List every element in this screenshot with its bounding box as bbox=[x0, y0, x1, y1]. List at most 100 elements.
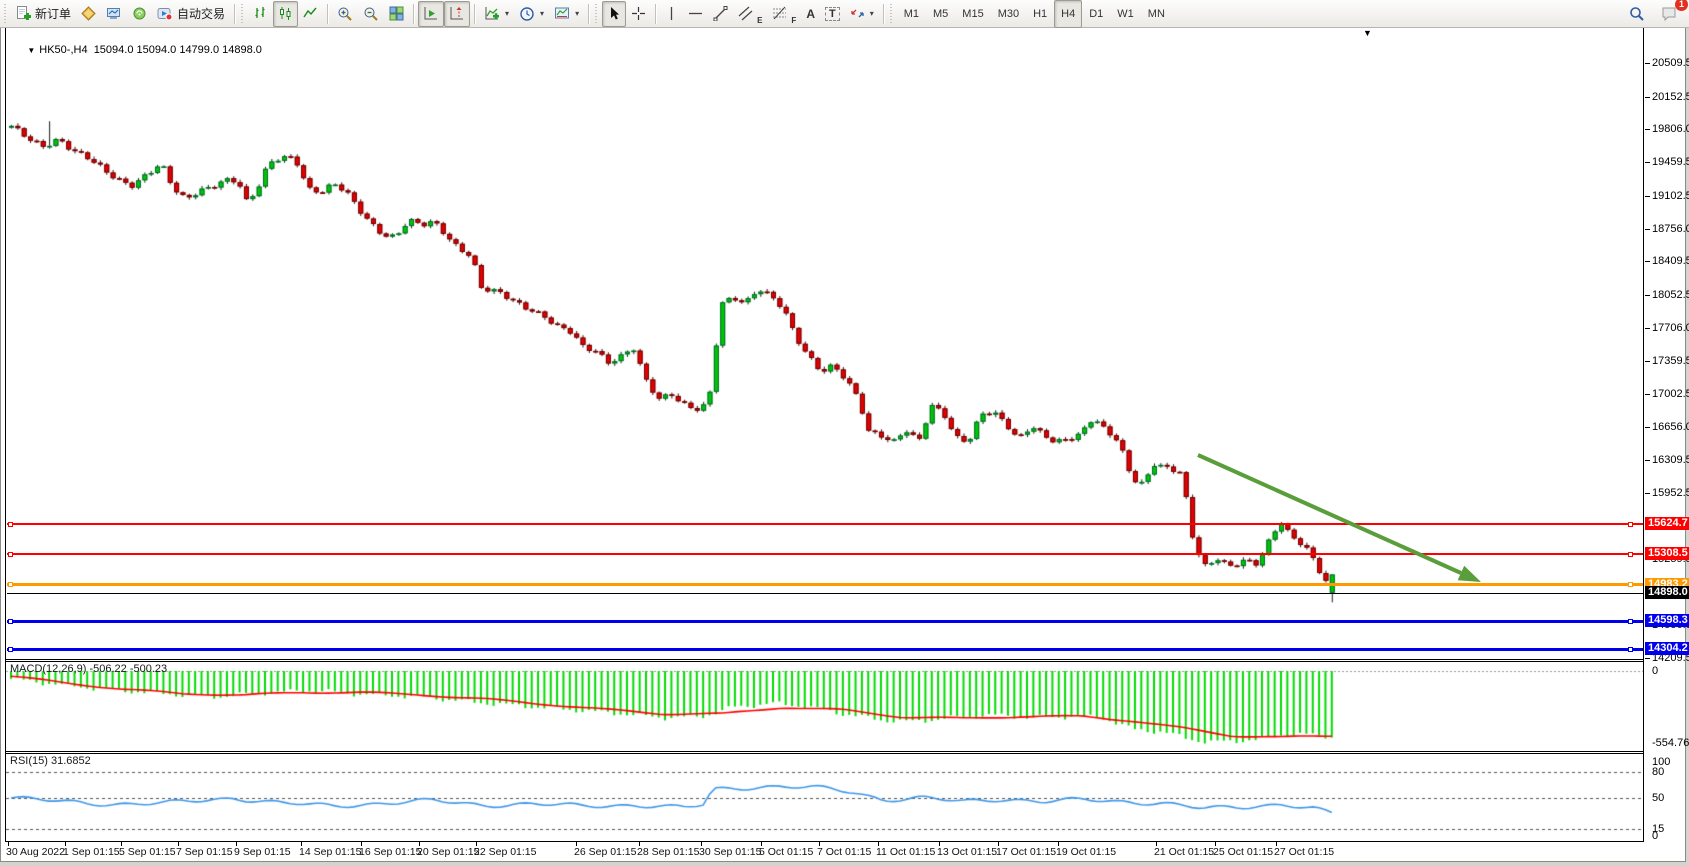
toolbar-separator bbox=[327, 4, 328, 24]
search-button[interactable] bbox=[1624, 1, 1650, 27]
time-axis-label: 5 Oct 01:15 bbox=[759, 846, 813, 858]
text-label-icon: T bbox=[825, 7, 840, 21]
line-anchor-handle[interactable] bbox=[1628, 647, 1633, 652]
text-button[interactable]: A bbox=[801, 1, 820, 27]
line-anchor-handle[interactable] bbox=[8, 522, 13, 527]
periods-dropdown-caret[interactable]: ▾ bbox=[540, 9, 544, 18]
search-icon bbox=[1629, 6, 1645, 22]
line-anchor-handle[interactable] bbox=[1628, 582, 1633, 587]
horizontal-level-line[interactable] bbox=[7, 620, 1643, 623]
timeframe-w1-button[interactable]: W1 bbox=[1110, 0, 1141, 28]
line-anchor-handle[interactable] bbox=[8, 552, 13, 557]
line-anchor-handle[interactable] bbox=[1628, 522, 1633, 527]
macd-pane[interactable]: MACD(12,26,9) -506.22 -500.23 bbox=[6, 662, 1643, 751]
timeframe-h1-button[interactable]: H1 bbox=[1026, 0, 1054, 28]
horizontal-level-line[interactable] bbox=[7, 523, 1643, 525]
price-tick-label: 18409.5 bbox=[1652, 255, 1689, 267]
candlestick-canvas[interactable] bbox=[6, 28, 1643, 660]
indicators-icon bbox=[484, 6, 500, 21]
auto-scroll-button[interactable] bbox=[418, 1, 444, 27]
pane-divider[interactable] bbox=[5, 659, 1643, 660]
toolbar-grip[interactable] bbox=[595, 4, 600, 24]
time-axis-label: 1 Sep 01:15 bbox=[63, 846, 120, 858]
price-chart-pane[interactable] bbox=[6, 28, 1643, 660]
horizontal-line-button[interactable] bbox=[683, 1, 708, 27]
pane-divider[interactable] bbox=[5, 751, 1643, 752]
rsi-level-label: 0 bbox=[1652, 830, 1658, 842]
toolbar-grip[interactable] bbox=[4, 4, 9, 24]
price-level-label[interactable]: 15624.7 bbox=[1645, 517, 1689, 530]
templates-dropdown-caret[interactable]: ▾ bbox=[575, 9, 579, 18]
price-level-label[interactable]: 14898.0 bbox=[1645, 586, 1689, 599]
rsi-pane[interactable]: RSI(15) 31.6852 bbox=[6, 754, 1643, 841]
fibonacci-button[interactable]: F bbox=[767, 1, 801, 27]
line-anchor-handle[interactable] bbox=[1628, 619, 1633, 624]
price-tick-label: 18052.5 bbox=[1652, 289, 1689, 301]
horizontal-level-line[interactable] bbox=[7, 583, 1643, 586]
timeframe-m5-button[interactable]: M5 bbox=[926, 0, 955, 28]
bar-chart-button[interactable] bbox=[248, 1, 273, 27]
arrows-dropdown-caret[interactable]: ▾ bbox=[870, 9, 874, 18]
horizontal-level-line[interactable] bbox=[7, 593, 1643, 594]
arrows-button[interactable]: ▾ bbox=[845, 1, 879, 27]
periods-button[interactable]: ▾ bbox=[514, 1, 549, 27]
new-order-button[interactable]: 新订单 bbox=[11, 1, 76, 27]
horizontal-level-line[interactable] bbox=[7, 553, 1643, 555]
toolbar-grip[interactable] bbox=[890, 4, 895, 24]
collapse-panel-icon[interactable]: ▼ bbox=[27, 46, 35, 55]
fibo-letter: F bbox=[791, 16, 796, 25]
autotrading-button[interactable]: 自动交易 bbox=[152, 1, 230, 27]
signals-button[interactable] bbox=[127, 1, 152, 27]
timeframe-m1-button[interactable]: M1 bbox=[897, 0, 926, 28]
indicators-dropdown-caret[interactable]: ▾ bbox=[505, 9, 509, 18]
trendline-button[interactable] bbox=[708, 1, 733, 27]
new-chart-button[interactable] bbox=[76, 1, 101, 27]
profiles-button[interactable] bbox=[101, 1, 127, 27]
price-level-label[interactable]: 15308.5 bbox=[1645, 547, 1689, 560]
horizontal-level-line[interactable] bbox=[7, 648, 1643, 651]
rsi-canvas[interactable] bbox=[6, 754, 1643, 841]
toolbar-grip[interactable] bbox=[241, 4, 246, 24]
toolbar-separator bbox=[413, 4, 414, 24]
line-anchor-handle[interactable] bbox=[1628, 552, 1633, 557]
zoom-in-button[interactable] bbox=[332, 1, 358, 27]
zoom-in-icon bbox=[337, 6, 353, 22]
main-toolbar: 新订单 自动交易 bbox=[0, 0, 1689, 28]
vertical-line-button[interactable] bbox=[660, 1, 683, 27]
text-label-button[interactable]: T bbox=[820, 1, 845, 27]
cursor-button[interactable] bbox=[602, 1, 626, 27]
equidistant-channel-button[interactable]: E bbox=[733, 1, 767, 27]
autotrading-label: 自动交易 bbox=[177, 5, 225, 22]
chart-shift-marker[interactable]: ▼ bbox=[1363, 29, 1372, 38]
chat-button[interactable]: 1 bbox=[1656, 1, 1683, 27]
bar-chart-icon bbox=[253, 6, 268, 21]
tile-windows-button[interactable] bbox=[384, 1, 409, 27]
price-axis[interactable]: 20509.520152.519806.019459.519102.518756… bbox=[1644, 28, 1686, 862]
timeframe-m30-button[interactable]: M30 bbox=[991, 0, 1026, 28]
timeframe-m15-button[interactable]: M15 bbox=[955, 0, 990, 28]
candlestick-chart-button[interactable] bbox=[273, 1, 298, 27]
toolbar-separator bbox=[655, 4, 656, 24]
timeframe-mn-button[interactable]: MN bbox=[1141, 0, 1172, 28]
time-axis-label: 21 Oct 01:15 bbox=[1154, 846, 1214, 858]
zoom-out-button[interactable] bbox=[358, 1, 384, 27]
templates-button[interactable]: ▾ bbox=[549, 1, 584, 27]
chart-shift-button[interactable] bbox=[444, 1, 470, 27]
line-anchor-handle[interactable] bbox=[8, 647, 13, 652]
timeframe-d1-button[interactable]: D1 bbox=[1082, 0, 1110, 28]
indicators-button[interactable]: ▾ bbox=[479, 1, 514, 27]
text-icon: A bbox=[806, 7, 815, 21]
line-anchor-handle[interactable] bbox=[8, 582, 13, 587]
time-axis-label: 30 Aug 2022 bbox=[6, 846, 65, 858]
macd-canvas[interactable] bbox=[6, 662, 1643, 751]
candlestick-chart-icon bbox=[278, 6, 293, 21]
price-level-label[interactable]: 14304.2 bbox=[1645, 642, 1689, 655]
crosshair-button[interactable] bbox=[626, 1, 651, 27]
mt4-application: 新订单 自动交易 bbox=[0, 0, 1689, 866]
line-chart-button[interactable] bbox=[298, 1, 323, 27]
timeframe-h4-button[interactable]: H4 bbox=[1054, 0, 1082, 28]
time-axis[interactable]: 30 Aug 20221 Sep 01:155 Sep 01:157 Sep 0… bbox=[6, 843, 1686, 862]
price-level-label[interactable]: 14598.3 bbox=[1645, 614, 1689, 627]
line-anchor-handle[interactable] bbox=[8, 619, 13, 624]
price-tick-label: 17359.5 bbox=[1652, 355, 1689, 367]
